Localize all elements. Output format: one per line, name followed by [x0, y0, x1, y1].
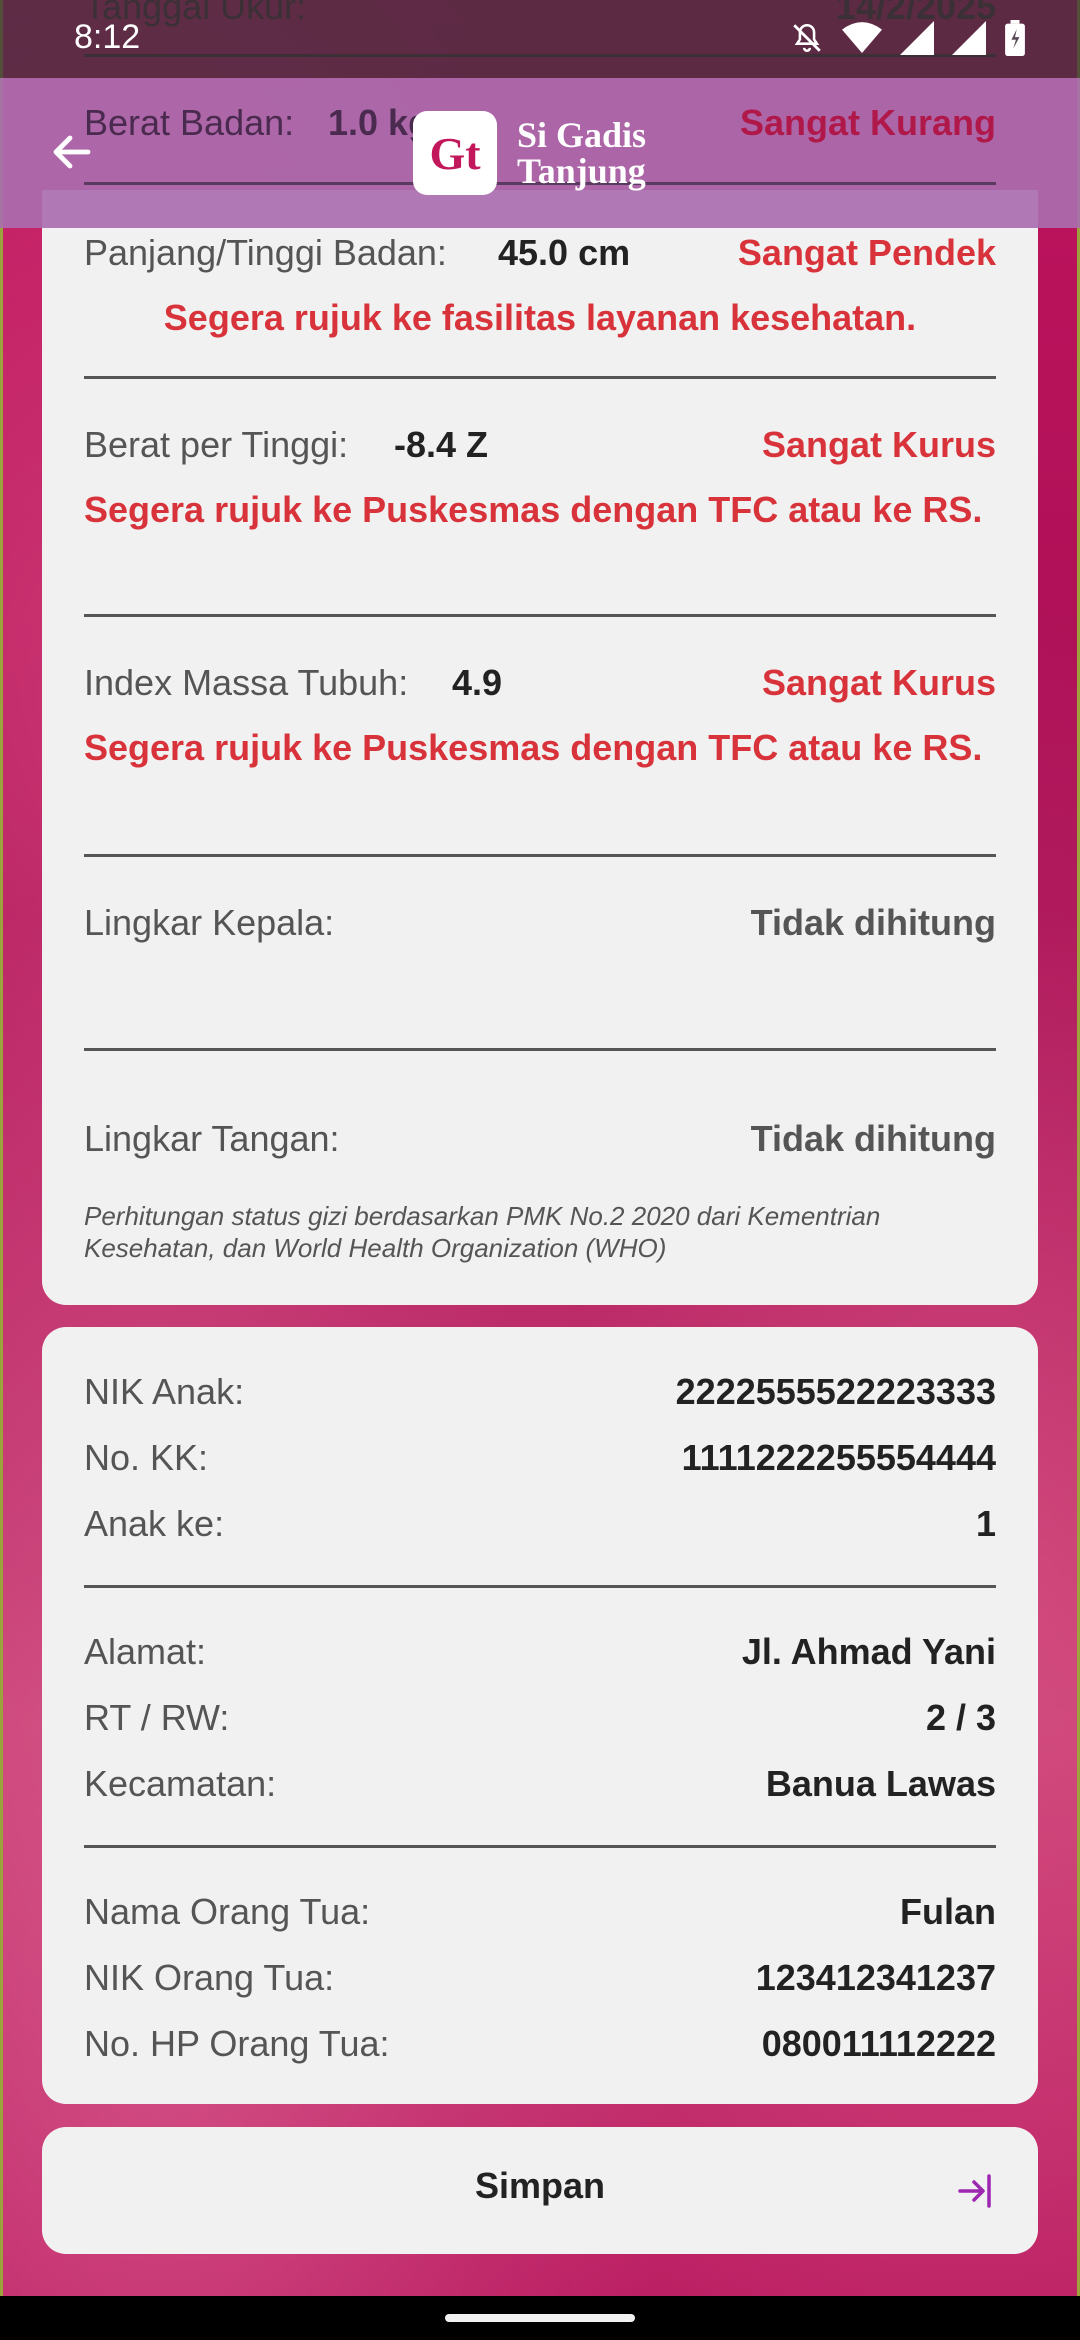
- app-name-line1: Si Gadis: [517, 115, 647, 155]
- height-status: Sangat Pendek: [737, 232, 996, 273]
- anak-ke-value: 1: [975, 1503, 996, 1544]
- app-bar: Berat Badan: 1.0 kg Sangat Kurang Gt Si …: [0, 78, 1080, 228]
- nik-anak-label: NIK Anak:: [84, 1371, 245, 1412]
- save-button-label: Simpan: [474, 2165, 606, 2206]
- nik-anak-value: 2222555522223333: [675, 1371, 996, 1412]
- wfh-status: Sangat Kurus: [761, 424, 996, 465]
- hp-ortu-label: No. HP Orang Tua:: [84, 2023, 390, 2064]
- divider: [84, 1845, 996, 1848]
- navigation-bar: [0, 2296, 1080, 2340]
- height-value: 45.0 cm: [498, 232, 631, 273]
- divider: [84, 1048, 996, 1051]
- divider: [84, 854, 996, 857]
- height-message: Segera rujuk ke fasilitas layanan keseha…: [163, 297, 917, 338]
- back-arrow-icon[interactable]: [48, 128, 96, 181]
- head-circ-label: Lingkar Kepala:: [84, 902, 335, 943]
- kecamatan-label: Kecamatan:: [84, 1763, 277, 1804]
- kecamatan-value: Banua Lawas: [765, 1763, 996, 1804]
- nama-ortu-label: Nama Orang Tua:: [84, 1891, 371, 1932]
- behind-weight-label: Berat Badan:: [84, 102, 295, 143]
- bmi-message: Segera rujuk ke Puskesmas dengan TFC ata…: [84, 727, 983, 768]
- divider: [84, 1585, 996, 1588]
- wfh-label: Berat per Tinggi:: [84, 424, 349, 465]
- wfh-value: -8.4 Z: [394, 424, 489, 465]
- rt-rw-value: 2 / 3: [925, 1697, 996, 1738]
- bmi-value: 4.9: [452, 662, 503, 703]
- nama-ortu-value: Fulan: [900, 1891, 996, 1932]
- login-arrow-icon: [956, 2171, 996, 2216]
- divider: [84, 614, 996, 617]
- home-gesture-bar[interactable]: [445, 2314, 635, 2322]
- mute-icon: [790, 21, 824, 55]
- reference-note: Perhitungan status gizi berdasarkan PMK …: [84, 1201, 881, 1263]
- battery-icon: [1004, 20, 1026, 56]
- wifi-icon: [842, 21, 882, 55]
- behind-weight-status: Sangat Kurang: [739, 102, 996, 143]
- bmi-status: Sangat Kurus: [761, 662, 996, 703]
- anak-ke-label: Anak ke:: [84, 1503, 225, 1544]
- status-bar: 8:12 Tanggal Ukur: 14/2/2025: [0, 0, 1080, 78]
- rt-rw-label: RT / RW:: [84, 1697, 230, 1738]
- save-button[interactable]: Simpan: [42, 2127, 1038, 2254]
- identity-card: NIK Anak: 2222555522223333 No. KK: 11112…: [42, 1327, 1038, 2104]
- height-label: Panjang/Tinggi Badan:: [84, 232, 447, 273]
- nik-ortu-value: 123412341237: [755, 1957, 996, 1998]
- divider: [84, 376, 996, 379]
- head-circ-status: Tidak dihitung: [750, 902, 996, 943]
- logo-mark: Gt: [413, 111, 497, 195]
- nik-ortu-label: NIK Orang Tua:: [84, 1957, 335, 1998]
- hp-ortu-value: 080011112222: [761, 2023, 996, 2064]
- alamat-value: Jl. Ahmad Yani: [741, 1631, 996, 1672]
- arm-circ-status: Tidak dihitung: [750, 1118, 996, 1159]
- behind-top-label: Tanggal Ukur:: [84, 0, 307, 27]
- app-name-line2: Tanjung: [517, 151, 646, 191]
- signal-icon: [952, 21, 986, 55]
- no-kk-value: 1111222255554444: [681, 1437, 996, 1478]
- app-logo: Gt Si Gadis Tanjung: [413, 111, 646, 195]
- signal-icon: [900, 21, 934, 55]
- alamat-label: Alamat:: [84, 1631, 207, 1672]
- bmi-label: Index Massa Tubuh:: [84, 662, 409, 703]
- measurement-card: Panjang/Tinggi Badan: 45.0 cm Sangat Pen…: [42, 190, 1038, 1305]
- wfh-message: Segera rujuk ke Puskesmas dengan TFC ata…: [84, 489, 983, 530]
- arm-circ-label: Lingkar Tangan:: [84, 1118, 340, 1159]
- no-kk-label: No. KK:: [84, 1437, 209, 1478]
